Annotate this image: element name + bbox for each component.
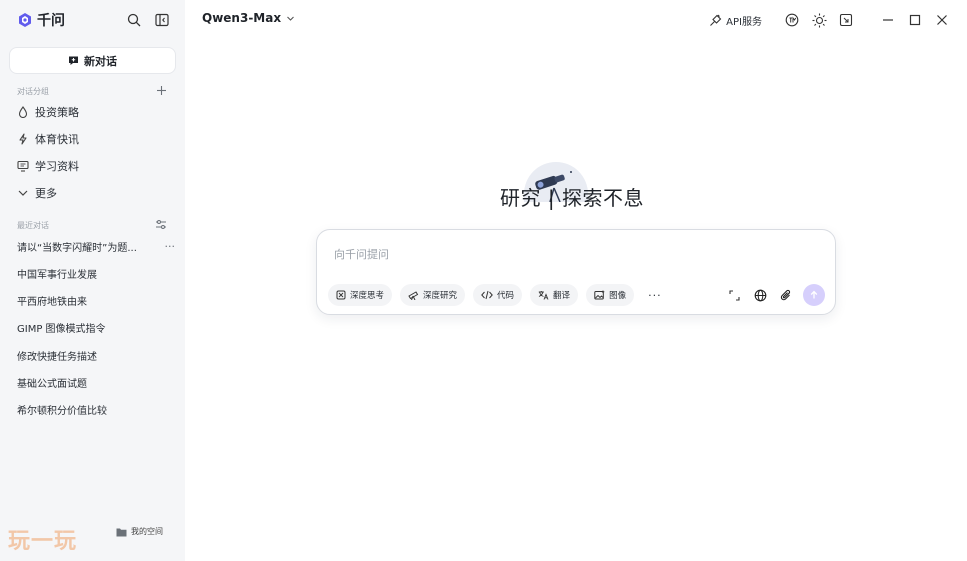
recent-chat-title: 中国军事行业发展 [17, 269, 97, 281]
recent-chat-item[interactable]: 请以“当数字闪耀时”为题... ··· [17, 236, 175, 256]
groups-header: 对话分组 [17, 85, 167, 98]
translate-button[interactable]: 翻译 [530, 284, 579, 306]
drop-icon [17, 106, 29, 118]
image-button[interactable]: 图像 [586, 284, 635, 306]
more-tools-button[interactable]: ··· [642, 284, 668, 306]
chip-label: 深度研究 [423, 291, 458, 301]
recent-chat-item[interactable]: 中国军事行业发展 [17, 263, 175, 283]
chip-label: 图像 [609, 291, 627, 301]
add-group-icon[interactable] [156, 85, 167, 98]
deep-think-icon [336, 290, 346, 300]
sidebar-item-investment[interactable]: 投资策略 [17, 102, 175, 122]
code-icon [481, 290, 493, 300]
code-button[interactable]: 代码 [473, 284, 523, 306]
arrow-up-icon [810, 290, 818, 299]
new-chat-icon [69, 56, 78, 65]
recent-chat-title: 修改快捷任务描述 [17, 351, 97, 363]
filter-icon[interactable] [155, 219, 167, 232]
my-space-button[interactable]: 我的空间 [116, 526, 163, 537]
deep-research-button[interactable]: 深度研究 [400, 284, 466, 306]
collapse-sidebar-icon[interactable] [153, 11, 171, 29]
groups-header-label: 对话分组 [17, 87, 49, 96]
recent-chat-title: 请以“当数字闪耀时”为题... [17, 242, 137, 254]
logo[interactable]: 千问 [17, 10, 65, 30]
plug-icon [710, 14, 722, 26]
translate-icon [538, 291, 549, 300]
sidebar-item-label: 学习资料 [35, 160, 79, 173]
chevron-down-icon [17, 187, 29, 199]
model-selector[interactable]: Qwen3-Max [202, 11, 295, 25]
sidebar-item-study[interactable]: 学习资料 [17, 156, 175, 176]
web-search-globe-icon[interactable] [751, 286, 769, 304]
sidebar-item-more[interactable]: 更多 [17, 183, 175, 203]
hero-slogan: 研究 | 探索不息 [500, 186, 644, 210]
sidebar-item-label: 投资策略 [35, 106, 79, 119]
sun-icon[interactable] [810, 11, 828, 29]
mini-window-icon[interactable] [837, 11, 855, 29]
chevron-down-icon [287, 16, 294, 21]
recent-chat-title: 希尔顿积分价值比较 [17, 405, 107, 417]
recent-chat-item[interactable]: GIMP 图像模式指令 [17, 317, 175, 337]
api-service-link[interactable]: API服务 [709, 13, 762, 28]
chip-label: 深度思考 [350, 291, 385, 301]
monitor-icon [17, 160, 29, 172]
recent-header: 最近对话 [17, 219, 167, 232]
chip-label: 翻译 [553, 291, 571, 301]
recent-header-label: 最近对话 [17, 221, 49, 230]
chip-label: 代码 [497, 291, 515, 301]
my-space-label: 我的空间 [131, 527, 163, 536]
deep-think-button[interactable]: 深度思考 [328, 284, 393, 306]
send-button[interactable] [803, 284, 825, 306]
sidebar-item-label: 体育快讯 [35, 133, 79, 146]
sidebar-item-label: 更多 [35, 187, 57, 200]
recent-chat-item[interactable]: 基础公式面试题 [17, 372, 175, 392]
model-name: Qwen3-Max [202, 11, 282, 25]
recent-chat-item[interactable]: 平西府地铁由来 [17, 290, 175, 310]
more-options-icon[interactable]: ··· [165, 240, 176, 253]
expand-icon[interactable] [725, 286, 743, 304]
telescope-icon [408, 291, 419, 300]
sidebar: 千问 新对话 对话分组 投资策略 体育快讯 学习资料 更多 最近对话 请以“当数… [0, 0, 185, 561]
chat-input[interactable] [334, 244, 814, 264]
image-icon [594, 290, 605, 300]
recent-chat-item[interactable]: 修改快捷任务描述 [17, 345, 175, 365]
recent-chat-item[interactable]: 希尔顿积分价值比较 [17, 399, 175, 419]
maximize-icon[interactable] [906, 11, 924, 29]
recent-chat-title: 平西府地铁由来 [17, 296, 87, 308]
search-icon[interactable] [125, 11, 143, 29]
folder-icon [116, 528, 127, 536]
api-service-label: API服务 [726, 16, 762, 28]
lightning-icon [17, 133, 29, 145]
qwen-logo-icon [17, 12, 33, 28]
close-icon[interactable] [933, 11, 951, 29]
recent-chat-title: 基础公式面试题 [17, 378, 87, 390]
hero-banner: 研究 | 探索不息 [500, 160, 655, 212]
watermark: 玩一玩 [8, 529, 78, 554]
chat-composer: 深度思考 深度研究 代码 翻译 图像 ··· [316, 229, 836, 315]
logo-text: 千问 [37, 13, 65, 29]
recent-chat-title: GIMP 图像模式指令 [17, 323, 106, 335]
trademark-icon[interactable] [783, 11, 801, 29]
minimize-icon[interactable] [879, 11, 897, 29]
new-chat-button[interactable]: 新对话 [9, 47, 176, 74]
attachment-icon[interactable] [777, 286, 795, 304]
sidebar-item-sports[interactable]: 体育快讯 [17, 129, 175, 149]
new-chat-label: 新对话 [84, 54, 117, 68]
